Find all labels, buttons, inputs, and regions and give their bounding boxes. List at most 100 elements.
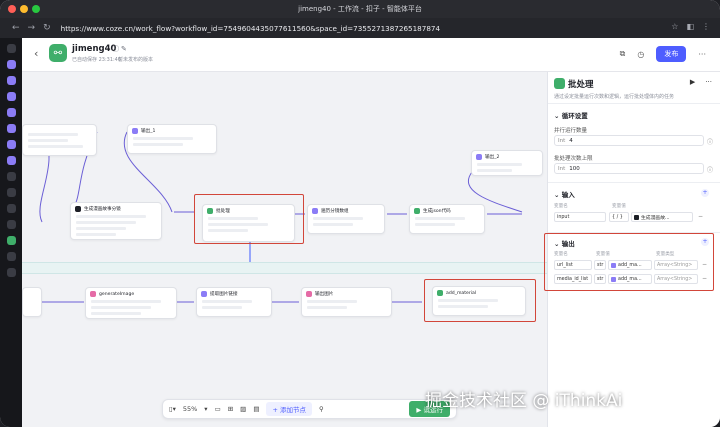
input-type-select[interactable]: { / } [609, 212, 629, 222]
watermark: 掘金技术社区 @ iThinkAi [425, 391, 623, 411]
minimap-icon[interactable]: ▭ [215, 405, 221, 413]
address-bar: ← → ↻ https://www.coze.cn/work_flow?work… [0, 18, 720, 38]
layout-icon[interactable]: ⊞ [228, 405, 233, 413]
info-icon[interactable]: ⓘ [707, 165, 713, 174]
panel-actions: ▶ ··· [690, 78, 712, 86]
parallel-count-input[interactable]: Int 4 [554, 135, 704, 146]
menu-icon[interactable]: ⋮ [702, 22, 710, 31]
max-batch-input[interactable]: Int 100 [554, 163, 704, 174]
input-value-text: 生成漫画故... [641, 215, 670, 221]
input-name-field[interactable]: input [554, 212, 606, 222]
rail-tool-icon[interactable] [6, 172, 16, 181]
edges [39, 131, 523, 303]
canvas-toolbar: ▯▾ 55% ▾ ▭ ⊞ ▨ ▤ + 添加节点 ⚲ ▶ 试运行 [162, 399, 457, 419]
rail-bot-icon[interactable] [6, 60, 16, 69]
panel-description: 通过设定批量运行次数和逻辑，运行批处理体内的任务 [554, 94, 675, 100]
publish-button[interactable]: 发布 [656, 46, 687, 62]
node-title: 输出_1 [141, 129, 156, 134]
loop-settings-header[interactable]: ⌄ 循环设置 [554, 110, 588, 120]
add-input-button[interactable]: + [701, 189, 709, 197]
input-col-value: 变量值 [612, 204, 626, 209]
chevron-down-icon[interactable]: ▾ [204, 405, 207, 413]
canvas-node[interactable]: 生成漫画故事分镜 [70, 202, 162, 240]
left-rail [0, 38, 22, 427]
node-title: 输出_2 [485, 155, 500, 160]
rail-bot-icon[interactable] [6, 124, 16, 133]
note-icon[interactable]: ▤ [253, 405, 259, 413]
save-status: 已自动保存 23:31:46 [72, 57, 122, 63]
parallel-label: 并行运行数量 [554, 128, 588, 134]
int-tag: Int [558, 137, 566, 144]
highlight-box [424, 279, 536, 322]
rail-tool-icon[interactable] [6, 188, 16, 197]
rail-tool-icon[interactable] [6, 220, 16, 229]
canvas-node[interactable]: 遍历分镜数组 [307, 204, 385, 234]
edit-icon[interactable]: ⓘ✎ [112, 44, 129, 54]
star-icon[interactable]: ☆ [671, 22, 678, 31]
parallel-value: 4 [569, 137, 573, 144]
max-value: 100 [569, 165, 580, 172]
batch-node-icon [554, 78, 565, 89]
browser-actions: ☆ ◧ ⋮ [671, 22, 710, 31]
canvas-node[interactable]: generateImage [85, 287, 177, 319]
maximize-window-button[interactable] [32, 5, 40, 13]
rail-home-icon[interactable] [6, 44, 16, 53]
close-window-button[interactable] [8, 5, 16, 13]
rail-workflow-icon[interactable] [6, 236, 16, 245]
rail-bot-icon[interactable] [6, 140, 16, 149]
rail-bot-icon[interactable] [6, 156, 16, 165]
version-status: 暂未发布的版本 [118, 57, 154, 63]
workflow-name: jimeng40 [72, 44, 117, 54]
highlight-box [194, 194, 304, 244]
loop-settings-label: 循环设置 [561, 112, 588, 120]
node-title: 遍历分镜数组 [321, 209, 349, 214]
debug-icon[interactable]: ⚲ [319, 405, 324, 413]
zoom-level[interactable]: 55% [183, 405, 197, 413]
image-icon[interactable]: ▨ [240, 405, 246, 413]
rail-bot-icon[interactable] [6, 108, 16, 117]
copy-icon[interactable]: ⧉ [620, 49, 626, 59]
remove-icon[interactable]: − [698, 213, 703, 220]
node-title: 生成json代码 [423, 209, 451, 214]
canvas-node[interactable]: 输出图片 [301, 287, 392, 317]
forward-arrow-icon[interactable]: → [28, 23, 36, 33]
add-node-button[interactable]: + 添加节点 [266, 402, 312, 416]
mouse-mode-icon[interactable]: ▯▾ [169, 405, 176, 413]
int-tag: Int [558, 165, 566, 172]
input-col-name: 变量名 [554, 204, 568, 209]
input-section-header[interactable]: ⌄ 输入 [554, 189, 575, 199]
history-icon[interactable]: ◷ [637, 50, 644, 59]
canvas-node[interactable] [22, 124, 97, 156]
canvas-node[interactable]: 输出_1 [127, 124, 217, 154]
canvas-node[interactable]: 提取图片链接 [196, 287, 272, 317]
panel-title: 批处理 [568, 80, 594, 90]
url-field[interactable]: https://www.coze.cn/work_flow?workflow_i… [61, 24, 440, 33]
more-icon[interactable]: ··· [705, 78, 712, 86]
input-value-select[interactable]: 生成漫画故... [631, 212, 693, 222]
workflow-canvas[interactable]: 输出_1 生成漫画故事分镜 批处理 遍历分镜数组 生成json代码 输出_2 g… [22, 72, 547, 427]
node-title: 输出图片 [315, 292, 334, 297]
rail-tool-icon[interactable] [6, 204, 16, 213]
more-icon[interactable]: ··· [698, 50, 706, 59]
window-title: jimeng40 - 工作流 - 扣子 - 智能体平台 [298, 5, 422, 13]
canvas-node[interactable]: 输出_2 [471, 150, 543, 176]
nav-buttons: ← → ↻ [12, 23, 51, 33]
extensions-icon[interactable]: ◧ [686, 22, 694, 31]
node-title: 生成漫画故事分镜 [84, 207, 121, 212]
canvas-node[interactable] [22, 287, 42, 317]
rail-bot-icon[interactable] [6, 76, 16, 85]
info-icon[interactable]: ⓘ [707, 137, 713, 146]
rail-tool-icon[interactable] [6, 252, 16, 261]
rail-bot-icon[interactable] [6, 92, 16, 101]
input-section-label: 输入 [561, 191, 575, 199]
workflow-logo-icon: ⚯ [49, 44, 67, 62]
play-icon[interactable]: ▶ [690, 78, 695, 86]
back-button[interactable]: ‹ [34, 47, 38, 60]
header-actions: ⧉ ◷ 发布 ··· [620, 46, 706, 62]
canvas-node[interactable]: 生成json代码 [409, 204, 485, 234]
rail-tool-icon[interactable] [6, 268, 16, 277]
back-arrow-icon[interactable]: ← [12, 23, 20, 33]
minimize-window-button[interactable] [20, 5, 28, 13]
batch-body-area [22, 262, 547, 274]
reload-icon[interactable]: ↻ [43, 23, 51, 33]
